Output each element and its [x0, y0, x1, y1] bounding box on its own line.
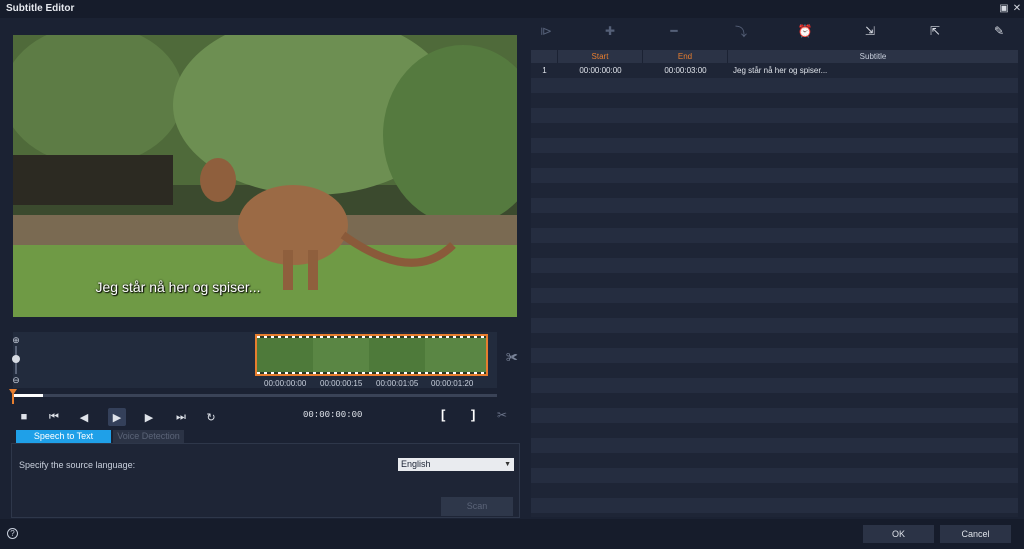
empty-table-row — [531, 273, 1018, 288]
empty-table-row — [531, 363, 1018, 378]
ok-button[interactable]: OK — [863, 525, 934, 543]
add-subtitle-icon[interactable]: ✚ — [602, 24, 618, 38]
row-subtitle[interactable]: Jeg står nå her og spiser... — [728, 63, 1018, 78]
empty-table-row — [531, 483, 1018, 498]
empty-table-row — [531, 303, 1018, 318]
row-end[interactable]: 00:00:03:00 — [643, 63, 728, 78]
skip-start-icon: ⏮ — [49, 410, 59, 423]
import-subtitle-icon[interactable]: ⇲ — [862, 24, 878, 38]
playhead-marker[interactable] — [9, 389, 17, 395]
empty-table-row — [531, 168, 1018, 183]
table-header: Start End Subtitle — [531, 50, 1018, 63]
column-header-index — [531, 50, 558, 63]
timeline-timecode: 00:00:00:15 — [320, 379, 363, 388]
empty-table-row — [531, 213, 1018, 228]
next-frame-button[interactable]: ▶ — [140, 408, 158, 426]
mark-in-button[interactable]: [ — [441, 407, 445, 422]
go-to-start-button[interactable]: ⏮ — [45, 408, 63, 426]
language-label: Specify the source language: — [19, 460, 136, 470]
empty-table-row — [531, 183, 1018, 198]
empty-table-row — [531, 78, 1018, 93]
speech-to-text-panel: Specify the source language: English ▼ S… — [11, 443, 520, 518]
zoom-slider-knob[interactable] — [12, 355, 20, 363]
chevron-down-icon: ▼ — [504, 461, 511, 468]
row-start[interactable]: 00:00:00:00 — [558, 63, 643, 78]
row-index: 1 — [542, 66, 547, 75]
scissors-icon[interactable]: ✂ — [497, 408, 507, 422]
playhead-line — [12, 394, 14, 404]
empty-table-row — [531, 123, 1018, 138]
language-select-value: English — [401, 459, 431, 469]
stop-icon: ■ — [20, 411, 28, 423]
go-to-end-button[interactable]: ⏭ — [172, 408, 190, 426]
repeat-icon: ↻ — [206, 411, 216, 424]
empty-table-row — [531, 393, 1018, 408]
empty-table-row — [531, 258, 1018, 273]
title-bar: Subtitle Editor ▣ ✕ — [0, 0, 1024, 18]
step-back-icon: ◀ — [79, 411, 89, 424]
text-options-icon[interactable]: ✎ — [991, 24, 1007, 38]
merge-subtitle-icon[interactable]: ⤵ — [733, 24, 749, 39]
empty-table-row — [531, 243, 1018, 258]
close-icon[interactable]: ✕ — [1011, 2, 1023, 14]
subtitle-overlay: Jeg står nå her og spiser... — [95, 279, 261, 295]
empty-table-row — [531, 318, 1018, 333]
timeline-timecode: 00:00:00:00 — [264, 379, 307, 388]
subtitle-table: Start End Subtitle 1 00:00:00:00 00:00:0… — [531, 50, 1018, 517]
help-icon[interactable]: ? — [7, 528, 18, 539]
play-icon: ▶ — [112, 411, 122, 424]
cancel-button[interactable]: Cancel — [940, 525, 1011, 543]
split-clip-icon[interactable]: ✀ — [506, 350, 520, 364]
skip-end-icon: ⏭ — [176, 410, 186, 423]
zoom-in-icon[interactable]: ⊕ — [10, 334, 22, 346]
scrubber-progress — [13, 394, 43, 397]
empty-table-row — [531, 438, 1018, 453]
play-button[interactable]: ▶ — [108, 408, 126, 426]
previous-frame-button[interactable]: ◀ — [75, 408, 93, 426]
playback-timecode[interactable]: 00:00:00:00 — [303, 410, 362, 420]
table-row[interactable]: 1 00:00:00:00 00:00:03:00 Jeg står nå he… — [531, 63, 1018, 78]
play-subtitle-icon[interactable]: ⧐ — [538, 24, 554, 38]
column-header-end[interactable]: End — [643, 50, 728, 63]
video-clip-thumbnails[interactable] — [255, 334, 488, 376]
tab-voice-detection[interactable]: Voice Detection — [113, 430, 184, 443]
window-title: Subtitle Editor — [6, 3, 75, 14]
empty-table-row — [531, 153, 1018, 168]
column-header-subtitle[interactable]: Subtitle — [728, 50, 1018, 63]
time-offset-icon[interactable]: ⏰ — [797, 24, 813, 38]
empty-table-row — [531, 378, 1018, 393]
empty-table-row — [531, 423, 1018, 438]
empty-table-row — [531, 138, 1018, 153]
restore-icon[interactable]: ▣ — [998, 2, 1010, 14]
stop-button[interactable]: ■ — [15, 408, 33, 426]
empty-table-row — [531, 288, 1018, 303]
empty-table-row — [531, 408, 1018, 423]
mark-out-button[interactable]: ] — [471, 407, 475, 422]
empty-table-row — [531, 108, 1018, 123]
video-preview: Jeg står nå her og spiser... — [13, 35, 517, 317]
empty-table-row — [531, 498, 1018, 513]
column-header-start[interactable]: Start — [558, 50, 643, 63]
tab-speech-to-text[interactable]: Speech to Text — [16, 430, 111, 443]
timeline-zoom[interactable]: ⊕ ⊖ — [10, 334, 24, 386]
export-subtitle-icon[interactable]: ⇱ — [927, 24, 943, 38]
remove-subtitle-icon[interactable]: ━ — [666, 24, 682, 38]
language-select[interactable]: English ▼ — [398, 458, 514, 471]
empty-table-row — [531, 198, 1018, 213]
empty-table-row — [531, 93, 1018, 108]
empty-table-row — [531, 468, 1018, 483]
step-forward-icon: ▶ — [144, 411, 154, 424]
scrubber-bar[interactable] — [9, 389, 497, 404]
timeline-timecode: 00:00:01:05 — [376, 379, 419, 388]
table-body: 1 00:00:00:00 00:00:03:00 Jeg står nå he… — [531, 63, 1018, 513]
zoom-out-icon[interactable]: ⊖ — [10, 374, 22, 386]
repeat-button[interactable]: ↻ — [202, 408, 220, 426]
timeline-timecode: 00:00:01:20 — [431, 379, 474, 388]
empty-table-row — [531, 348, 1018, 363]
video-frame-image — [13, 35, 517, 317]
empty-table-row — [531, 453, 1018, 468]
empty-table-row — [531, 333, 1018, 348]
empty-table-row — [531, 228, 1018, 243]
scan-button[interactable]: Scan — [441, 497, 513, 516]
